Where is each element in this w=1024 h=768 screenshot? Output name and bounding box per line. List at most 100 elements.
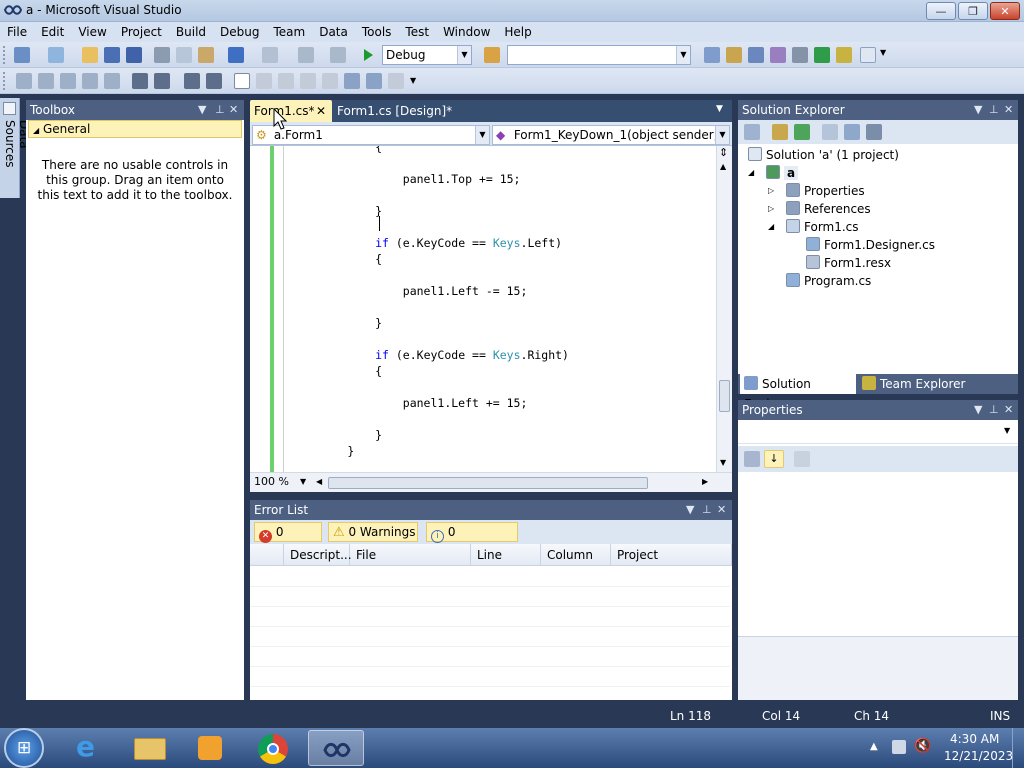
show-desktop-button[interactable]: [1012, 728, 1024, 768]
copy-icon[interactable]: [176, 47, 192, 63]
previous-bookmark-folder-icon[interactable]: [300, 73, 316, 89]
align-lefts-icon[interactable]: [16, 73, 32, 89]
menu-team[interactable]: Team: [266, 22, 312, 42]
menu-edit[interactable]: Edit: [34, 22, 71, 42]
navigate-forward-icon[interactable]: [330, 47, 346, 63]
tab-list-icon[interactable]: ▼: [716, 104, 723, 114]
menu-window[interactable]: Window: [436, 22, 497, 42]
undo-icon[interactable]: [228, 47, 244, 63]
increase-indent-icon[interactable]: [206, 73, 222, 89]
new-project-icon[interactable]: [14, 47, 30, 63]
decrease-indent-icon[interactable]: [184, 73, 200, 89]
previous-bookmark-icon[interactable]: [256, 73, 272, 89]
alphabetical-icon[interactable]: ↓: [764, 450, 784, 468]
save-all-icon[interactable]: [126, 47, 142, 63]
properties-icon[interactable]: [744, 124, 760, 140]
extension-manager-icon[interactable]: [814, 47, 830, 63]
property-pages-icon[interactable]: [794, 451, 810, 467]
taskbar-chrome[interactable]: [244, 730, 300, 766]
toolbar-grip[interactable]: [3, 72, 6, 90]
class-dropdown[interactable]: ⚙ a.Form1 ▼: [252, 125, 490, 145]
tab-solution-explorer[interactable]: Solution Explorer: [740, 374, 856, 411]
toolbar-overflow-icon[interactable]: ▼: [410, 76, 416, 85]
messages-filter-button[interactable]: i 0 Messages: [426, 522, 518, 559]
show-hidden-icons-icon[interactable]: ▲: [870, 741, 878, 752]
save-icon[interactable]: [104, 47, 120, 63]
class-diagram-icon[interactable]: [866, 124, 882, 140]
align-rights-icon[interactable]: [60, 73, 76, 89]
navigate-backward-icon[interactable]: [298, 47, 314, 63]
volume-muted-icon[interactable]: 🔇: [914, 738, 931, 754]
column-project[interactable]: Project: [611, 544, 732, 566]
close-icon[interactable]: ✕: [1004, 400, 1013, 420]
tree-item[interactable]: Solution 'a' (1 project): [748, 146, 899, 164]
horizontal-scroll-thumb[interactable]: [328, 477, 648, 489]
minimize-button[interactable]: —: [926, 2, 956, 20]
expander-icon[interactable]: ▷: [768, 200, 774, 218]
find-combo[interactable]: ▼: [507, 45, 691, 65]
make-same-size-icon[interactable]: [82, 73, 98, 89]
tab-form1-cs[interactable]: Form1.cs* ✕: [250, 100, 332, 122]
auto-hide-pin-icon[interactable]: ⊥: [989, 400, 999, 420]
close-tab-icon[interactable]: ✕: [316, 100, 326, 122]
find-in-files-icon[interactable]: [484, 47, 500, 63]
scroll-down-icon[interactable]: ▼: [720, 458, 726, 467]
team-explorer-icon[interactable]: [836, 47, 852, 63]
window-position-icon[interactable]: ▼: [198, 100, 206, 120]
data-sources-tab[interactable]: Data Sources: [0, 98, 31, 198]
error-list-grid[interactable]: [250, 566, 732, 700]
menu-file[interactable]: File: [0, 22, 34, 42]
toolbox-group-general[interactable]: ◢ General: [28, 120, 242, 138]
zoom-dropdown-icon[interactable]: ▼: [300, 477, 306, 486]
close-icon[interactable]: ✕: [1004, 100, 1013, 120]
auto-hide-pin-icon[interactable]: ⊥: [215, 100, 225, 120]
tree-item[interactable]: ◢ a: [748, 164, 799, 182]
size-to-grid-icon[interactable]: [104, 73, 120, 89]
menu-help[interactable]: Help: [497, 22, 538, 42]
menu-project[interactable]: Project: [114, 22, 169, 42]
zoom-level[interactable]: 100 %: [254, 475, 289, 488]
taskbar-explorer[interactable]: [122, 730, 178, 766]
paste-icon[interactable]: [198, 47, 214, 63]
errors-filter-button[interactable]: ✕ 0 Errors: [254, 522, 322, 559]
window-position-icon[interactable]: ▼: [974, 400, 982, 420]
menu-tools[interactable]: Tools: [355, 22, 399, 42]
uncomment-lines-icon[interactable]: [154, 73, 170, 89]
expander-icon[interactable]: ◢: [768, 218, 774, 236]
column-line[interactable]: Line: [471, 544, 541, 566]
expander-icon[interactable]: ▷: [768, 182, 774, 200]
tab-team-explorer[interactable]: Team Explorer: [860, 374, 970, 394]
code-area[interactable]: { panel1.Top += 15; } if (e.KeyCode == K…: [250, 146, 716, 472]
clock-date[interactable]: 12/21/2023: [944, 749, 1013, 763]
view-designer-icon[interactable]: [844, 124, 860, 140]
tab-form1-design[interactable]: Form1.cs [Design]*: [334, 100, 454, 122]
refresh-icon[interactable]: [794, 124, 810, 140]
taskbar-visual-studio[interactable]: [308, 730, 364, 766]
open-folder-icon[interactable]: [82, 47, 98, 63]
close-icon[interactable]: ✕: [229, 100, 238, 120]
column-icon[interactable]: [250, 544, 284, 566]
command-window-icon[interactable]: [860, 47, 876, 63]
taskbar-internet-explorer[interactable]: e: [62, 730, 118, 766]
toolbar-overflow-icon[interactable]: ▼: [880, 48, 886, 57]
start-debugging-icon[interactable]: [360, 47, 376, 63]
object-selector[interactable]: ▼: [738, 420, 1018, 444]
redo-icon[interactable]: [262, 47, 278, 63]
menu-test[interactable]: Test: [398, 22, 436, 42]
comment-lines-icon[interactable]: [132, 73, 148, 89]
scroll-left-icon[interactable]: ◀: [316, 477, 322, 486]
properties-window-icon[interactable]: [726, 47, 742, 63]
toolbar-grip[interactable]: [3, 46, 6, 64]
start-button[interactable]: ⊞: [4, 728, 44, 768]
tools-icon[interactable]: [792, 47, 808, 63]
clock-time[interactable]: 4:30 AM: [950, 732, 999, 746]
cut-icon[interactable]: [154, 47, 170, 63]
bookmarks-window-icon[interactable]: [344, 73, 360, 89]
warnings-filter-button[interactable]: ⚠ 0 Warnings: [328, 522, 418, 542]
next-bookmark-folder-icon[interactable]: [322, 73, 338, 89]
expander-icon[interactable]: ◢: [748, 164, 754, 182]
configuration-dropdown[interactable]: Debug ▼: [382, 45, 472, 65]
network-icon[interactable]: [892, 740, 906, 754]
member-dropdown[interactable]: ◆ Form1_KeyDown_1(object sender, Key ▼: [492, 125, 730, 145]
column-column[interactable]: Column: [541, 544, 611, 566]
